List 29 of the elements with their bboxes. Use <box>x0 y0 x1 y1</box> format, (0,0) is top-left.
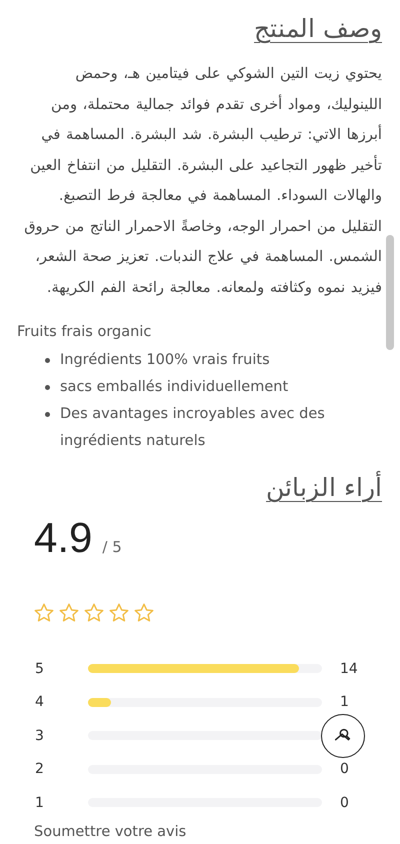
bullet-icon <box>45 385 50 390</box>
bullet-text: Des avantages incroyables avec des ingrédients naturels <box>60 405 326 451</box>
bullet-icon <box>45 412 50 417</box>
bullet-icon <box>45 358 50 363</box>
rating-count: 0 <box>340 794 349 811</box>
section-title: أراء الزبائن <box>17 473 382 502</box>
subtitle: Fruits frais organic <box>17 323 152 342</box>
star-icon <box>83 602 105 624</box>
section-title: وصف المنتج <box>253 14 382 43</box>
rating-count: 1 <box>340 694 349 710</box>
star-icon <box>108 602 130 624</box>
rating-label: 1 <box>35 794 45 811</box>
star-icon <box>133 602 155 624</box>
description-paragraph: يحتوي زيت التين الشوكي على فيتامين هـ، وحمض اللينوليك، ومواد أخرى تقدم فوائد جمالية محتملة، ومن أبرزها الاتي: ترطيب البشرة. شد البشرة. المساهمة في تأخير ظهور التجاعيد على البشرة. التقليل من انتفاخ العين والهالات السوداء. المساهمة في معالجة فرط التصبغ. التقليل من احمرار الوجه، وخاصةً الاحمرار الناتج من حروق الشمس. المساهمة في علاج الندبات. تعزيز صحة الشعر، فيزيد نموه وكثافته ولمعانه. معالجة رائحة الفم الكريهة. <box>23 64 382 298</box>
rating-scale: / 5 <box>102 538 122 556</box>
rating-count: 14 <box>340 660 358 677</box>
bullet-text: Ingrédients 100% vrais fruits <box>60 351 270 370</box>
rating-label: 3 <box>35 728 45 744</box>
rating-count: 0 <box>340 761 349 778</box>
scroll-thumb[interactable] <box>386 235 394 350</box>
rating-score: 4.9 <box>34 514 92 562</box>
star-icon <box>33 602 55 624</box>
star-icon <box>58 602 80 624</box>
rating-label: 5 <box>35 660 45 677</box>
search-button[interactable] <box>321 714 365 758</box>
rating-label: 2 <box>35 761 45 778</box>
submit-review-link[interactable]: Soumettre votre avis <box>34 824 186 840</box>
rating-label: 4 <box>35 694 45 710</box>
bullet-text: sacs emballés individuellement <box>60 378 288 397</box>
